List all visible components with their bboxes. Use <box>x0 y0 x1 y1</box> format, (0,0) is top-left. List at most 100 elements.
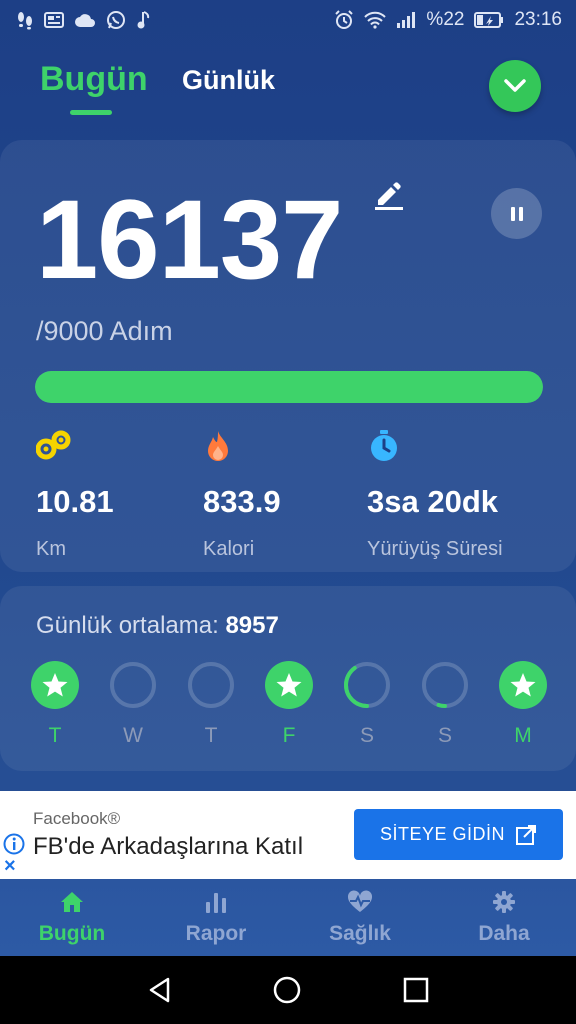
news-icon <box>44 11 64 29</box>
ad-banner[interactable]: × Facebook® FB'de Arkadaşlarına Katıl Sİ… <box>0 791 576 879</box>
pause-icon <box>510 206 523 221</box>
step-count: 16137 <box>36 177 343 302</box>
day-progress-ring <box>30 660 80 710</box>
day-letter: M <box>514 724 532 747</box>
signal-icon <box>396 11 416 29</box>
nav-label-health: Sağlık <box>329 922 391 945</box>
stat-walk-time: 3sa 20dk Yürüyüş Süresi <box>367 428 503 561</box>
heart-pulse-icon <box>300 889 420 915</box>
footsteps-icon <box>16 10 34 30</box>
walk-time-label: Yürüyüş Süresi <box>367 538 503 560</box>
home-button[interactable] <box>273 976 301 1009</box>
day-progress-ring <box>186 660 236 710</box>
battery-percent: %22 <box>426 9 465 30</box>
home-icon <box>12 889 132 915</box>
day-progress-ring <box>108 660 158 710</box>
wifi-icon <box>364 11 387 29</box>
nav-item-health[interactable]: Sağlık <box>300 889 420 946</box>
edit-steps-button[interactable] <box>373 178 405 215</box>
system-nav-bar <box>0 956 576 1024</box>
tab-daily[interactable]: Günlük <box>182 65 275 96</box>
gear-icon <box>444 889 564 915</box>
day-item[interactable]: W <box>108 660 158 748</box>
nav-item-report[interactable]: Rapor <box>156 889 276 946</box>
star-icon <box>265 661 313 709</box>
star-icon <box>499 661 547 709</box>
ad-title[interactable]: FB'de Arkadaşlarına Katıl <box>33 833 303 861</box>
stopwatch-icon <box>367 428 503 464</box>
day-item[interactable]: S <box>420 660 470 748</box>
day-letter: F <box>282 724 296 747</box>
day-progress-ring <box>342 660 392 710</box>
day-item[interactable]: M <box>498 660 548 748</box>
alarm-icon <box>334 10 354 30</box>
tab-active-indicator <box>70 110 112 115</box>
ad-close-icon[interactable]: × <box>4 855 16 878</box>
day-progress-ring <box>420 660 470 710</box>
pause-button[interactable] <box>491 188 542 239</box>
distance-value: 10.81 <box>36 484 114 519</box>
flame-icon <box>203 428 281 464</box>
ad-cta-button[interactable]: SİTEYE GİDİN <box>354 809 563 860</box>
back-button[interactable] <box>146 976 174 1009</box>
step-progress-fill <box>35 371 543 403</box>
ring-icon <box>188 662 234 708</box>
nav-label-more: Daha <box>478 922 530 945</box>
home-circle-icon <box>273 976 301 1004</box>
stat-calories: 833.9 Kalori <box>203 428 281 561</box>
distance-label: Km <box>36 538 66 560</box>
daily-average: Günlük ortalama: 8957 <box>36 612 279 640</box>
calories-value: 833.9 <box>203 484 281 519</box>
star-icon <box>31 661 79 709</box>
clock: 23:16 <box>514 9 562 30</box>
bar-chart-icon <box>156 889 276 915</box>
day-letter: S <box>359 724 374 747</box>
nav-item-more[interactable]: Daha <box>444 889 564 946</box>
day-letter: T <box>204 724 218 747</box>
day-item[interactable]: F <box>264 660 314 748</box>
nav-label-today: Bugün <box>38 922 106 945</box>
nav-label-report: Rapor <box>185 922 247 945</box>
music-note-icon <box>136 10 150 30</box>
expand-button[interactable] <box>489 60 541 112</box>
day-progress-ring <box>264 660 314 710</box>
step-progress-bar <box>35 371 543 403</box>
chevron-down-icon <box>504 79 526 92</box>
notification-icons <box>16 10 150 30</box>
ad-cta-label: SİTEYE GİDİN <box>379 824 506 844</box>
ring-icon <box>110 662 156 708</box>
step-goal: /9000 Adım <box>36 316 173 346</box>
top-tabs: Bugün Günlük <box>0 52 576 122</box>
nav-item-today[interactable]: Bugün <box>12 889 132 946</box>
external-link-icon <box>516 824 537 845</box>
recents-square-icon <box>403 977 429 1003</box>
recents-button[interactable] <box>402 976 430 1009</box>
day-letter: T <box>48 724 62 747</box>
daily-average-value: 8957 <box>225 612 279 639</box>
steps-card: 16137 /9000 Adım 10.81 Km 833.9 Kalori 3… <box>0 140 576 572</box>
status-bar: %22 23:16 <box>0 0 576 40</box>
cloud-icon <box>74 12 96 28</box>
walk-time-value: 3sa 20dk <box>367 484 498 519</box>
bottom-nav: Bugün Rapor Sağlık Daha <box>0 879 576 956</box>
tab-today[interactable]: Bugün <box>40 60 148 99</box>
battery-icon <box>474 11 504 29</box>
ad-sponsor: Facebook® <box>33 809 121 828</box>
back-triangle-icon <box>149 977 170 1003</box>
day-letter: S <box>437 724 452 747</box>
day-letter: W <box>123 724 143 747</box>
day-item[interactable]: T <box>186 660 236 748</box>
day-progress-ring <box>498 660 548 710</box>
ring-icon <box>422 662 468 708</box>
ring-icon <box>344 662 390 708</box>
calories-label: Kalori <box>203 538 255 560</box>
system-status: %22 23:16 <box>334 9 562 31</box>
whatsapp-icon <box>106 10 126 30</box>
distance-icon <box>36 428 114 464</box>
weekly-card: Günlük ortalama: 8957 T W T F S S M <box>0 586 576 771</box>
day-item[interactable]: S <box>342 660 392 748</box>
pencil-icon <box>375 182 403 210</box>
daily-average-label: Günlük ortalama: <box>36 612 219 639</box>
stat-distance: 10.81 Km <box>36 428 114 561</box>
day-item[interactable]: T <box>30 660 80 748</box>
